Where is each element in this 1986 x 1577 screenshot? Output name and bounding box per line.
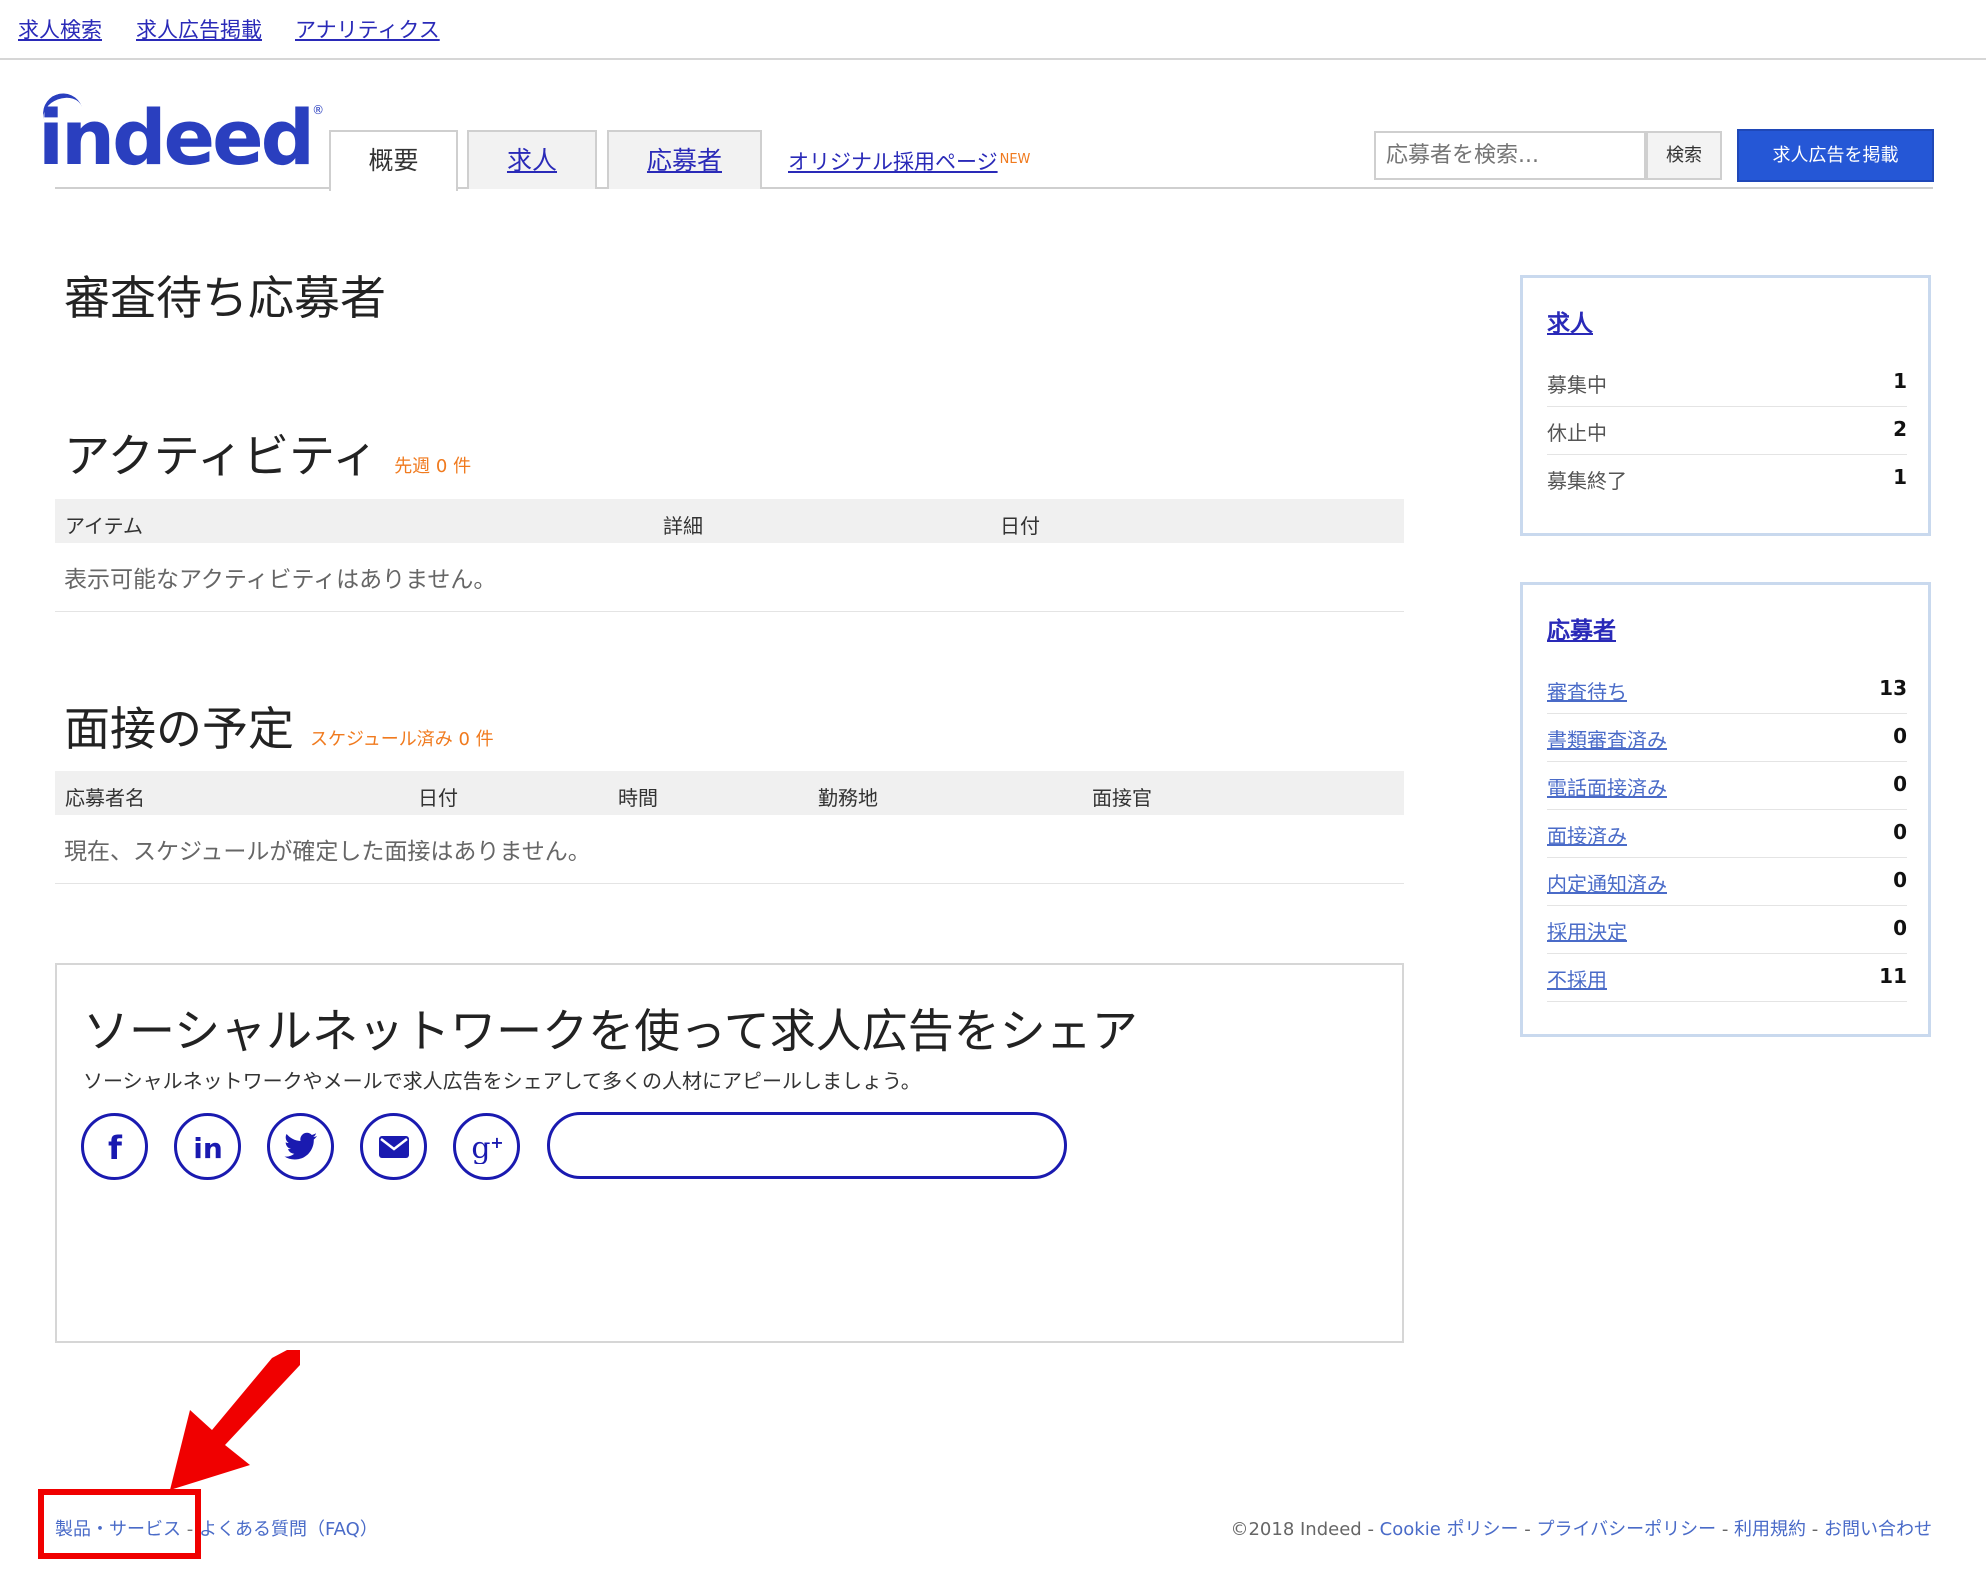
applicants-row-pending: 審査待ち 13 <box>1547 666 1907 714</box>
applicants-row-link[interactable]: 電話面接済み <box>1547 772 1667 801</box>
applicants-row-value: 11 <box>1879 964 1907 988</box>
applicants-row-phone: 電話面接済み 0 <box>1547 762 1907 810</box>
applicants-row-link[interactable]: 採用決定 <box>1547 916 1627 945</box>
footer-separator: - <box>1518 1519 1537 1540</box>
search-button[interactable]: 検索 <box>1646 131 1722 180</box>
applicants-row-screened: 書類審査済み 0 <box>1547 714 1907 762</box>
applicants-row-value: 0 <box>1893 820 1907 844</box>
jobs-row-value: 2 <box>1893 417 1907 441</box>
footer-contact-link[interactable]: お問い合わせ <box>1824 1519 1932 1540</box>
post-job-button[interactable]: 求人広告を掲載 <box>1737 129 1934 182</box>
activity-count: 先週 0 件 <box>394 456 472 477</box>
applicants-summary-card: 応募者 審査待ち 13 書類審査済み 0 電話面接済み 0 面接済み 0 内定通… <box>1520 582 1931 1037</box>
tab-overview[interactable]: 概要 <box>329 130 458 191</box>
interviews-table-header: 応募者名 日付 時間 勤務地 面接官 <box>55 771 1404 815</box>
applicants-row-link[interactable]: 内定通知済み <box>1547 868 1667 897</box>
interviews-divider <box>55 883 1404 884</box>
nav-post-job[interactable]: 求人広告掲載 <box>136 14 262 44</box>
footer-faq-link[interactable]: よくある質問（FAQ） <box>199 1519 378 1540</box>
activity-heading: アクティビティ 先週 0 件 <box>64 420 471 486</box>
logo-registered: ® <box>312 103 325 117</box>
applicants-row-link[interactable]: 審査待ち <box>1547 676 1627 705</box>
original-page-link-wrap: オリジナル採用ページ NEW <box>788 146 1030 176</box>
page-title: 審査待ち応募者 <box>64 271 386 325</box>
applicants-row-value: 0 <box>1893 772 1907 796</box>
footer-separator: - <box>1806 1519 1824 1540</box>
column-detail: 詳細 <box>663 514 703 538</box>
jobs-row-label: 募集終了 <box>1547 469 1627 493</box>
footer-separator: - <box>1716 1519 1735 1540</box>
google-plus-icon[interactable]: g + <box>453 1113 520 1180</box>
column-interviewer: 面接官 <box>1092 786 1152 810</box>
jobs-summary-card: 求人 募集中 1 休止中 2 募集終了 1 <box>1520 275 1931 536</box>
applicants-row-link[interactable]: 面接済み <box>1547 820 1627 849</box>
tab-applicants[interactable]: 応募者 <box>607 130 762 189</box>
interviews-title: 面接の予定 <box>64 702 294 756</box>
share-panel: ソーシャルネットワークを使って求人広告をシェア ソーシャルネットワークやメールで… <box>55 963 1404 1343</box>
original-page-link[interactable]: オリジナル採用ページ <box>788 150 998 174</box>
svg-text:in: in <box>193 1132 223 1164</box>
svg-text:+: + <box>490 1133 503 1152</box>
activity-table-header: アイテム 詳細 日付 <box>55 499 1404 543</box>
jobs-card-title[interactable]: 求人 <box>1547 304 1593 338</box>
column-location: 勤務地 <box>818 786 878 810</box>
footer-cookie-link[interactable]: Cookie ポリシー <box>1380 1519 1519 1540</box>
applicants-row-hired: 採用決定 0 <box>1547 906 1907 954</box>
applicants-row-link[interactable]: 書類審査済み <box>1547 724 1667 753</box>
jobs-row-value: 1 <box>1893 465 1907 489</box>
jobs-row-paused: 休止中 2 <box>1547 407 1907 455</box>
activity-empty-message: 表示可能なアクティビティはありません。 <box>64 567 497 593</box>
applicants-row-link[interactable]: 不採用 <box>1547 964 1607 993</box>
column-item: アイテム <box>65 514 143 538</box>
footer-copyright: ©2018 Indeed <box>1230 1519 1362 1540</box>
tab-jobs[interactable]: 求人 <box>467 130 597 189</box>
svg-text:f: f <box>108 1130 123 1164</box>
top-navigation: 求人検索 求人広告掲載 アナリティクス <box>0 0 1986 60</box>
nav-analytics[interactable]: アナリティクス <box>295 14 440 44</box>
jobs-row-label: 募集中 <box>1547 373 1607 397</box>
applicants-row-value: 0 <box>1893 868 1907 892</box>
jobs-row-label: 休止中 <box>1547 421 1607 445</box>
footer-terms-link[interactable]: 利用規約 <box>1734 1519 1806 1540</box>
applicants-card-title[interactable]: 応募者 <box>1547 611 1616 645</box>
facebook-icon[interactable]: f <box>81 1113 148 1180</box>
applicants-row-value: 0 <box>1893 724 1907 748</box>
nav-job-search[interactable]: 求人検索 <box>18 14 102 44</box>
red-arrow-icon <box>170 1350 300 1490</box>
svg-text:g: g <box>471 1131 490 1164</box>
share-url-field[interactable] <box>547 1112 1067 1179</box>
activity-divider <box>55 611 1404 612</box>
tab-overview-label: 概要 <box>368 146 419 175</box>
jobs-row-open: 募集中 1 <box>1547 359 1907 407</box>
applicant-search-input[interactable] <box>1374 131 1646 180</box>
applicants-row-interviewed: 面接済み 0 <box>1547 810 1907 858</box>
column-interview-date: 日付 <box>418 786 458 810</box>
jobs-row-closed: 募集終了 1 <box>1547 455 1907 503</box>
tab-jobs-label[interactable]: 求人 <box>507 146 557 175</box>
column-time: 時間 <box>618 786 658 810</box>
interviews-empty-message: 現在、スケジュールが確定した面接はありません。 <box>64 839 591 865</box>
tab-applicants-label[interactable]: 応募者 <box>647 146 722 175</box>
linkedin-icon[interactable]: in <box>174 1113 241 1180</box>
applicants-row-value: 13 <box>1879 676 1907 700</box>
share-title: ソーシャルネットワークを使って求人広告をシェア <box>83 1004 1138 1058</box>
indeed-logo[interactable]: indeed ® <box>37 87 324 176</box>
twitter-icon[interactable] <box>267 1113 334 1180</box>
applicants-row-offered: 内定通知済み 0 <box>1547 858 1907 906</box>
interviews-heading: 面接の予定 スケジュール済み 0 件 <box>64 693 494 759</box>
footer-right: ©2018 Indeed - Cookie ポリシー - プライバシーポリシー … <box>1230 1515 1932 1541</box>
share-description: ソーシャルネットワークやメールで求人広告をシェアして多くの人材にアピールしましょ… <box>83 1069 921 1093</box>
footer-privacy-link[interactable]: プライバシーポリシー <box>1536 1519 1716 1540</box>
column-applicant-name: 応募者名 <box>65 786 145 810</box>
column-date: 日付 <box>1000 514 1040 538</box>
new-badge: NEW <box>999 152 1031 167</box>
applicants-row-value: 0 <box>1893 916 1907 940</box>
footer-separator: - <box>1361 1519 1380 1540</box>
jobs-row-value: 1 <box>1893 369 1907 393</box>
activity-title: アクティビティ <box>64 429 379 483</box>
email-icon[interactable] <box>360 1113 427 1180</box>
applicants-row-rejected: 不採用 11 <box>1547 954 1907 1002</box>
interviews-count: スケジュール済み 0 件 <box>310 729 494 750</box>
